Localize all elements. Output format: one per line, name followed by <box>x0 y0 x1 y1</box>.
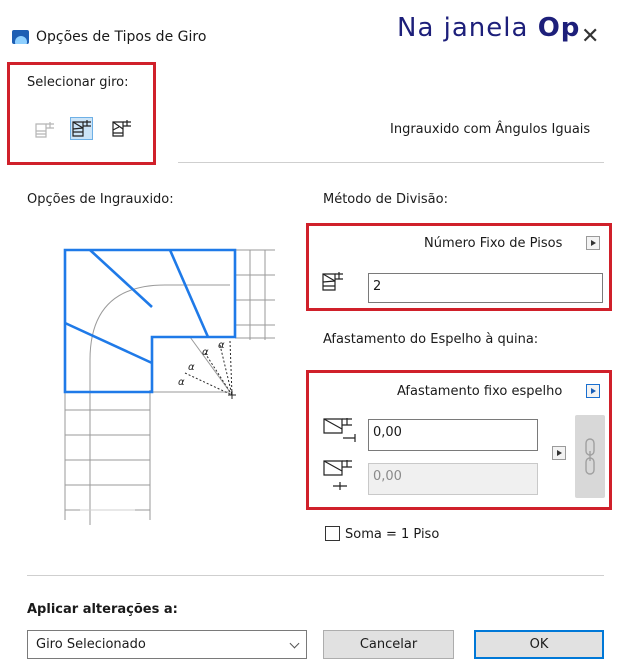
division-method-menu-button[interactable] <box>586 236 600 250</box>
division-method-value[interactable]: Número Fixo de Pisos <box>424 236 562 251</box>
angle-label: α <box>218 340 225 351</box>
close-icon[interactable]: ✕ <box>581 26 599 48</box>
offset-method-value[interactable]: Afastamento fixo espelho <box>397 384 562 399</box>
angle-label: α <box>202 347 209 358</box>
link-values-button[interactable] <box>575 415 605 498</box>
chevron-down-icon <box>289 638 300 649</box>
offset-expand-button[interactable] <box>552 446 566 460</box>
app-icon <box>12 30 29 44</box>
turn-type-1-button[interactable] <box>33 119 56 142</box>
treads-icon <box>322 272 343 291</box>
overlay-text: Na janela Op <box>397 13 580 43</box>
apply-target-value: Giro Selecionado <box>36 637 146 652</box>
riser-offset-2-icon <box>323 460 352 490</box>
turn-type-2-icon <box>72 120 91 137</box>
chain-link-icon <box>585 438 595 475</box>
sum-checkbox[interactable] <box>325 526 340 541</box>
sum-label: Soma = 1 Piso <box>345 527 440 542</box>
apply-label: Aplicar alterações a: <box>27 602 178 617</box>
apply-target-select[interactable]: Giro Selecionado <box>27 630 307 659</box>
cancel-button[interactable]: Cancelar <box>323 630 454 659</box>
offset-label: Afastamento do Espelho à quina: <box>323 332 539 347</box>
offset-method-menu-button[interactable] <box>586 384 600 398</box>
turn-type-name: Ingrauxido com Ângulos Iguais <box>390 122 591 137</box>
window-title: Opções de Tipos de Giro <box>36 29 207 45</box>
riser-offset-icon <box>323 418 356 442</box>
overlay-bold: Op <box>537 13 581 43</box>
ok-button[interactable]: OK <box>474 630 604 659</box>
divider-bottom <box>27 575 604 576</box>
riser-offset-input[interactable]: 0,00 <box>368 419 538 451</box>
divider-top <box>178 162 604 163</box>
winder-options-label: Opções de Ingrauxido: <box>27 192 174 207</box>
stair-winder-diagram: α α α α <box>63 248 275 525</box>
turn-type-3-button[interactable] <box>110 118 133 141</box>
division-method-label: Método de Divisão: <box>323 192 448 207</box>
treads-count-input[interactable]: 2 <box>368 273 603 303</box>
turn-type-1-icon <box>35 122 54 138</box>
angle-label: α <box>188 362 195 373</box>
turn-type-3-icon <box>112 120 131 137</box>
overlay-prefix: Na janela <box>397 13 538 43</box>
select-turn-label: Selecionar giro: <box>27 75 129 90</box>
riser-offset-2-input: 0,00 <box>368 463 538 495</box>
turn-type-2-button[interactable] <box>70 117 93 140</box>
angle-label: α <box>178 377 185 388</box>
